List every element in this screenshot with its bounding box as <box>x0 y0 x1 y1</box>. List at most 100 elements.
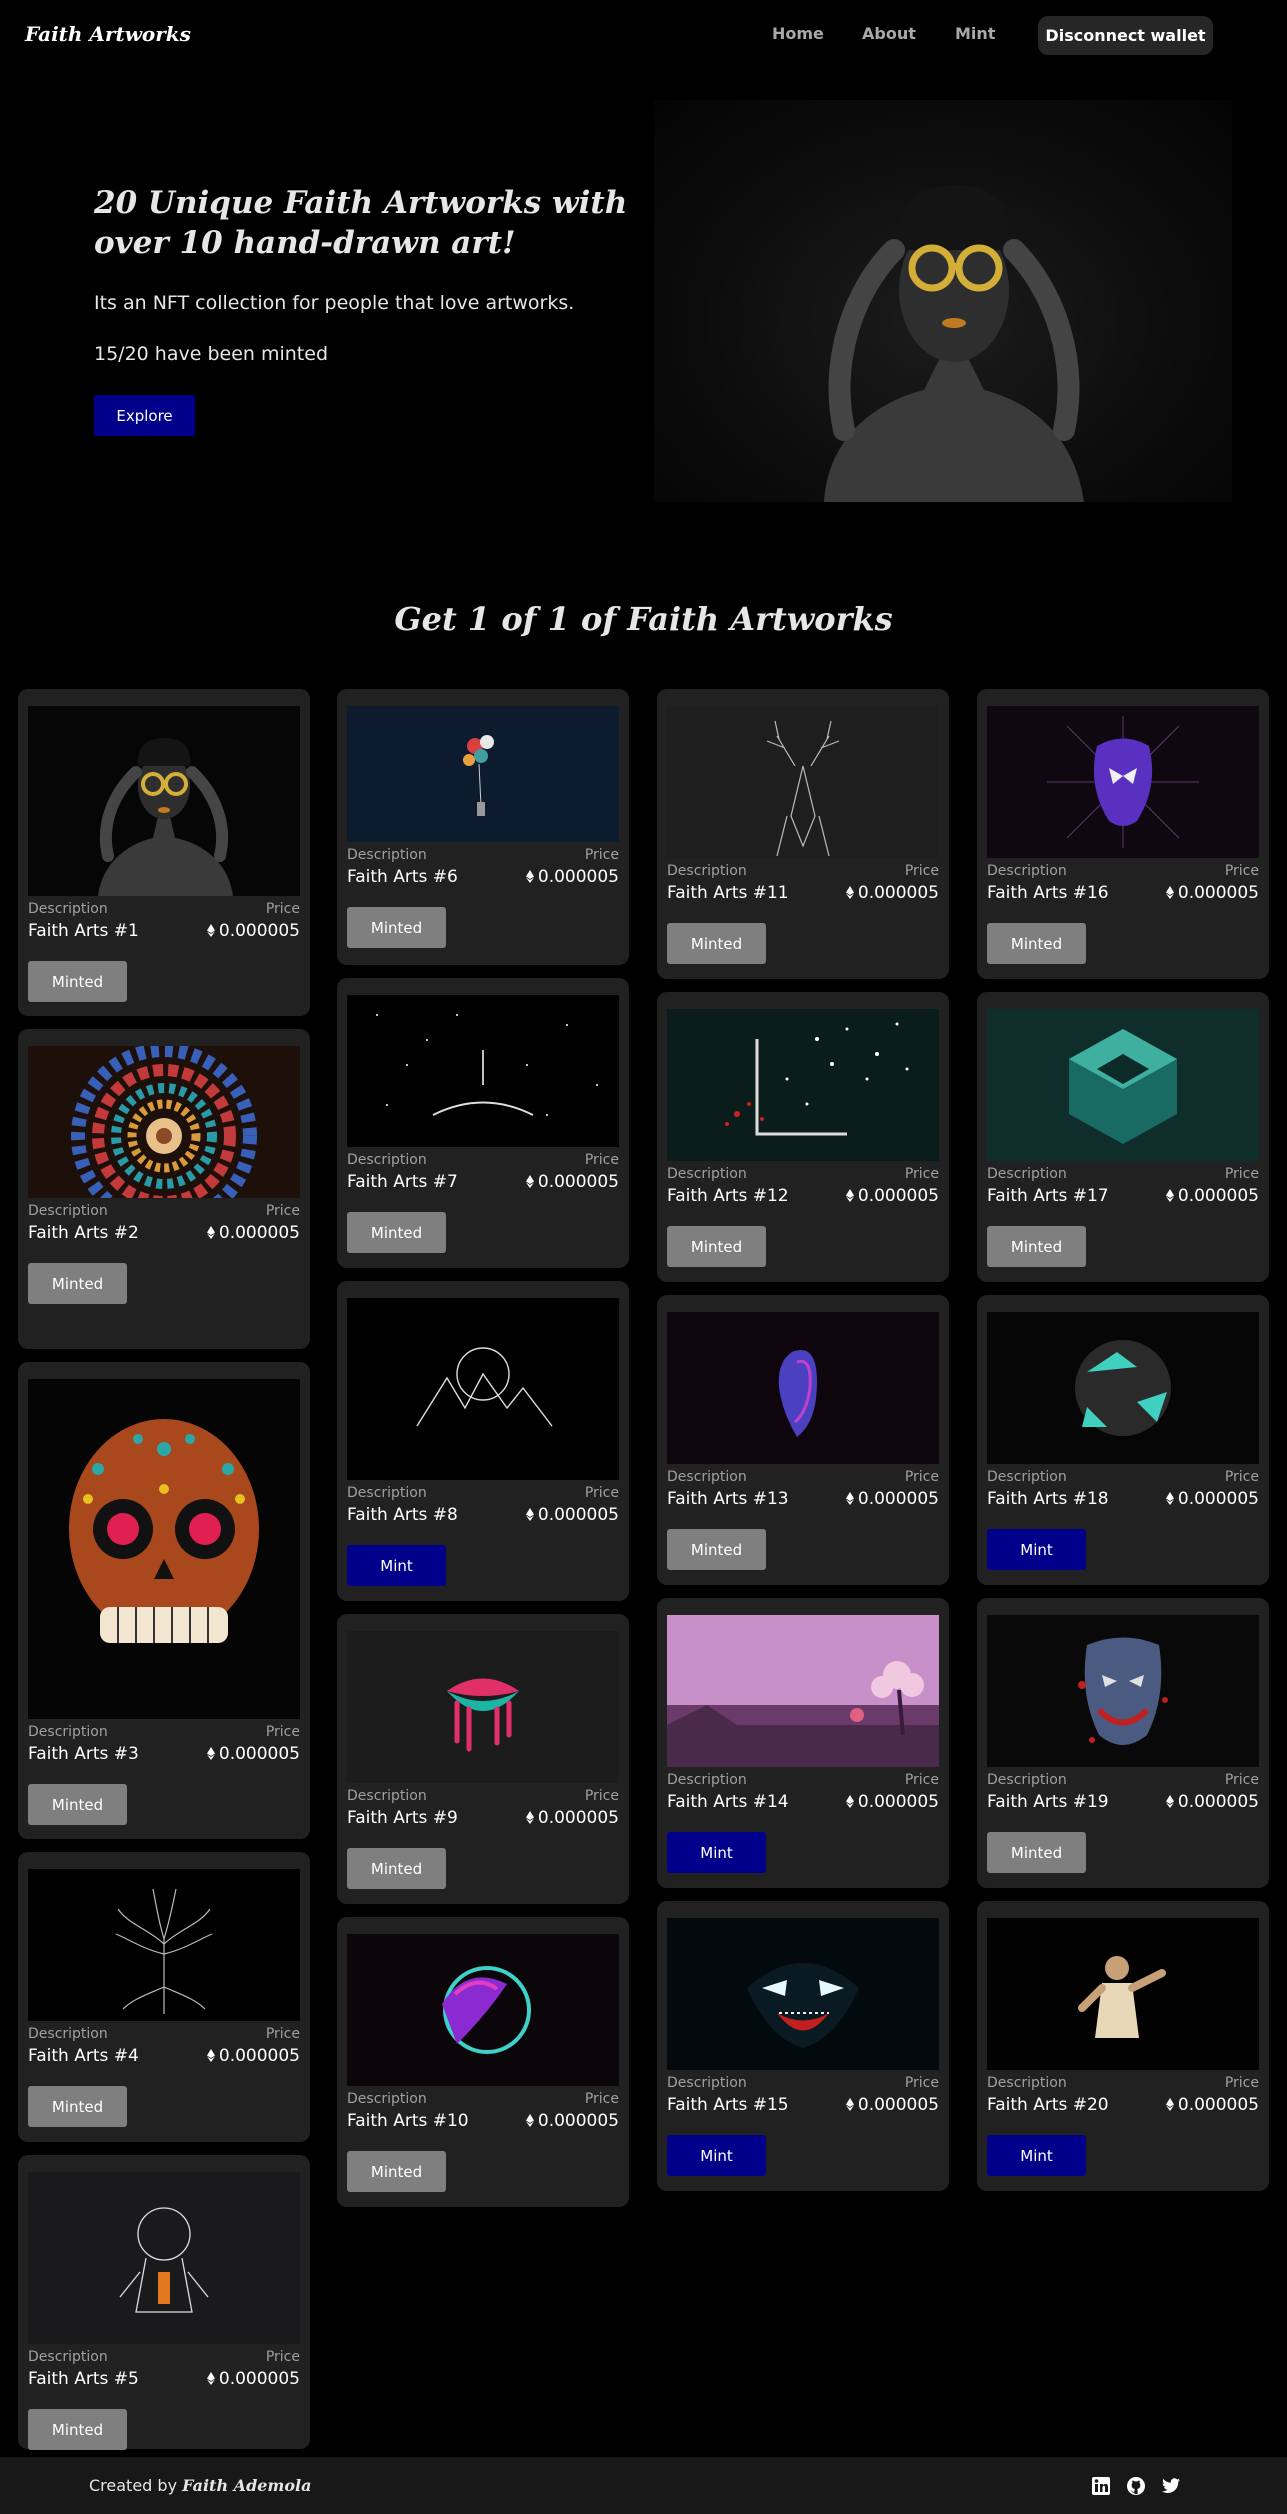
nft-card: Description Price Faith Arts #17 0.000005 Mi… <box>977 992 1269 1282</box>
minted-button[interactable]: Minted <box>987 1832 1086 1873</box>
nft-price-value: 0.000005 <box>857 883 939 903</box>
hero-image <box>654 100 1232 502</box>
minted-button[interactable]: Minted <box>28 961 127 1002</box>
nft-card: Description Price Faith Arts #4 0.000005 Min… <box>18 1852 310 2142</box>
description-label: Description <box>347 1485 427 1501</box>
nft-image <box>347 1631 619 1783</box>
nft-image <box>28 706 300 896</box>
minted-button[interactable]: Minted <box>347 1212 446 1253</box>
brand-logo[interactable]: Faith Artworks <box>25 22 191 46</box>
nft-price-value: 0.000005 <box>537 1808 619 1828</box>
minted-button[interactable]: Minted <box>347 1848 446 1889</box>
description-label: Description <box>28 2349 108 2365</box>
nft-price: 0.000005 <box>206 921 300 941</box>
price-label: Price <box>1224 2075 1259 2091</box>
description-label: Description <box>28 1724 108 1740</box>
woman-glasses-icon <box>28 706 300 896</box>
footer: Created by Faith Ademola <box>0 2457 1287 2514</box>
minted-button[interactable]: Minted <box>28 1263 127 1304</box>
fighter-icon <box>987 1918 1259 2070</box>
nft-price-value: 0.000005 <box>857 1792 939 1812</box>
ethereum-icon <box>845 1489 858 1509</box>
nft-name: Faith Arts #16 <box>987 883 1109 903</box>
nft-price-value: 0.000005 <box>857 1489 939 1509</box>
twitter-icon[interactable] <box>1161 2476 1181 2496</box>
minted-button[interactable]: Minted <box>347 2151 446 2192</box>
ethereum-icon <box>845 2095 858 2115</box>
mint-button[interactable]: Mint <box>667 1832 766 1873</box>
ethereum-icon <box>845 883 858 903</box>
mountains-icon <box>347 1298 619 1480</box>
nav-link-about[interactable]: About <box>862 24 916 43</box>
price-label: Price <box>904 863 939 879</box>
spider-mask-icon <box>987 706 1259 858</box>
nft-image <box>987 1918 1259 2070</box>
stained-glass-icon <box>28 1046 300 1198</box>
minted-button[interactable]: Minted <box>667 923 766 964</box>
nft-price: 0.000005 <box>206 1223 300 1243</box>
explore-button[interactable]: Explore <box>94 395 195 436</box>
nft-name: Faith Arts #2 <box>28 1223 139 1243</box>
github-icon[interactable] <box>1126 2476 1146 2496</box>
nft-image <box>347 995 619 1147</box>
minted-button[interactable]: Minted <box>28 1784 127 1825</box>
price-label: Price <box>265 901 300 917</box>
nft-price-value: 0.000005 <box>1177 1792 1259 1812</box>
minted-button[interactable]: Minted <box>347 907 446 948</box>
nft-name: Faith Arts #17 <box>987 1186 1109 1206</box>
ethereum-icon <box>525 2111 538 2131</box>
price-label: Price <box>904 2075 939 2091</box>
price-label: Price <box>1224 1166 1259 1182</box>
description-label: Description <box>347 847 427 863</box>
linkedin-icon[interactable] <box>1091 2476 1111 2496</box>
mint-button[interactable]: Mint <box>347 1545 446 1586</box>
ethereum-icon <box>525 867 538 887</box>
mint-button[interactable]: Mint <box>987 2135 1086 2176</box>
description-label: Description <box>347 1152 427 1168</box>
minted-count: 15/20 have been minted <box>94 343 329 365</box>
nft-price: 0.000005 <box>1165 2095 1259 2115</box>
nft-image <box>987 706 1259 858</box>
minted-button[interactable]: Minted <box>28 2086 127 2127</box>
author-name[interactable]: Faith Ademola <box>182 2476 311 2495</box>
nft-price: 0.000005 <box>206 2046 300 2066</box>
nft-price: 0.000005 <box>525 867 619 887</box>
mint-button[interactable]: Mint <box>667 2135 766 2176</box>
description-label: Description <box>667 1772 747 1788</box>
mint-button[interactable]: Mint <box>987 1529 1086 1570</box>
nft-card: Description Price Faith Arts #2 0.000005 Min… <box>18 1029 310 1349</box>
nft-card: Description Price Faith Arts #1 0.000005 Min… <box>18 689 310 1016</box>
nav-link-home[interactable]: Home <box>772 24 824 43</box>
ethereum-icon <box>525 1505 538 1525</box>
nft-name: Faith Arts #13 <box>667 1489 789 1509</box>
minted-button[interactable]: Minted <box>987 923 1086 964</box>
minted-button[interactable]: Minted <box>667 1226 766 1267</box>
nft-price-value: 0.000005 <box>218 2369 300 2389</box>
nft-card: Description Price Faith Arts #18 0.000005 Mi… <box>977 1295 1269 1585</box>
deer-icon <box>667 706 939 858</box>
gallery-title: Get 1 of 1 of Faith Artworks <box>394 600 893 638</box>
nft-name: Faith Arts #19 <box>987 1792 1109 1812</box>
nft-name: Faith Arts #15 <box>667 2095 789 2115</box>
nav-link-mint[interactable]: Mint <box>955 24 995 43</box>
minted-button[interactable]: Minted <box>987 1226 1086 1267</box>
description-label: Description <box>28 1203 108 1219</box>
nft-price-value: 0.000005 <box>857 1186 939 1206</box>
nft-price: 0.000005 <box>845 1792 939 1812</box>
minted-button[interactable]: Minted <box>667 1529 766 1570</box>
nft-image <box>28 2172 300 2344</box>
disconnect-wallet-button[interactable]: Disconnect wallet <box>1038 16 1213 55</box>
nft-price: 0.000005 <box>525 1505 619 1525</box>
minted-button[interactable]: Minted <box>28 2409 127 2450</box>
nft-price: 0.000005 <box>845 883 939 903</box>
nft-name: Faith Arts #3 <box>28 1744 139 1764</box>
nft-name: Faith Arts #6 <box>347 867 458 887</box>
balloons-icon <box>347 706 619 842</box>
hero-subtitle: Its an NFT collection for people that lo… <box>94 292 575 314</box>
price-label: Price <box>584 2091 619 2107</box>
description-label: Description <box>987 1166 1067 1182</box>
price-label: Price <box>1224 1469 1259 1485</box>
sugar-skull-icon <box>28 1379 300 1719</box>
hero-title: 20 Unique Faith Artworks with over 10 ha… <box>94 185 628 261</box>
description-label: Description <box>347 2091 427 2107</box>
